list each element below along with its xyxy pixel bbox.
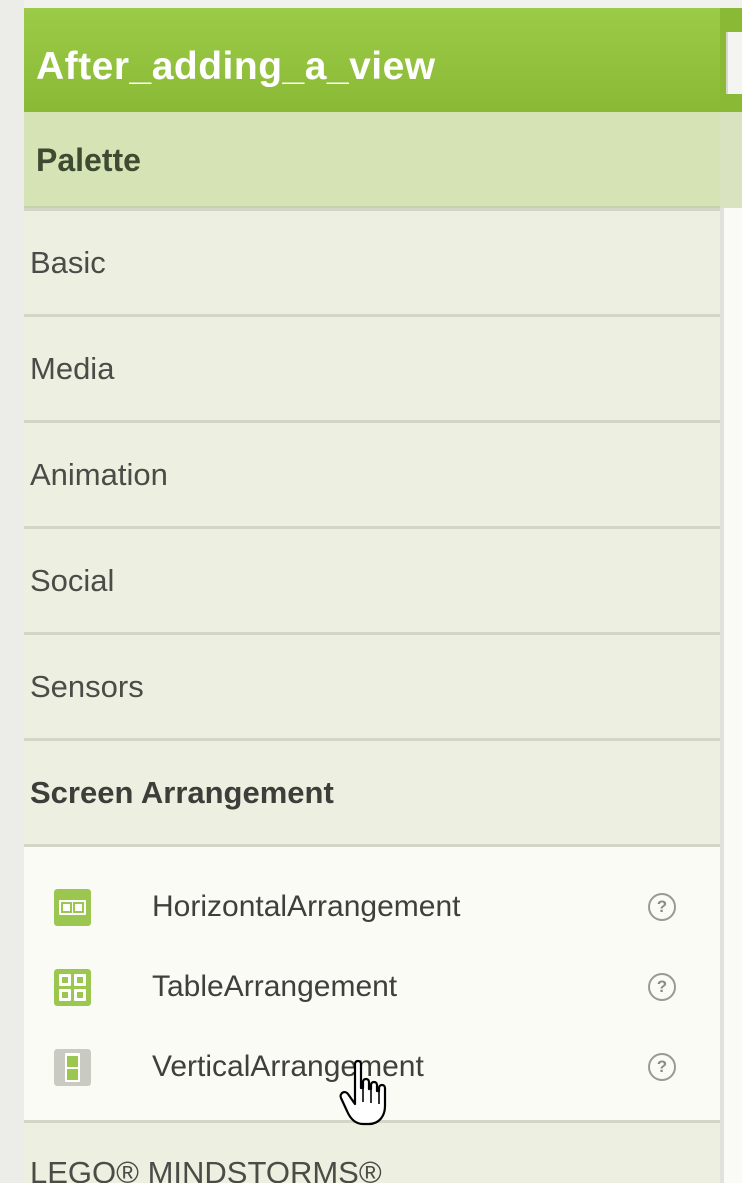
palette-item-label: HorizontalArrangement (152, 890, 461, 923)
help-icon[interactable]: ? (648, 1053, 676, 1081)
left-edge-strip (0, 0, 24, 1183)
designer-area-edge (720, 8, 742, 1183)
palette-header: Palette (24, 112, 720, 208)
table-arrangement-icon (54, 968, 91, 1006)
palette-item-label: TableArrangement (152, 970, 398, 1003)
help-icon[interactable]: ? (648, 973, 676, 1001)
screen-selector-edge[interactable] (726, 32, 742, 94)
category-screen-arrangement[interactable]: Screen Arrangement (24, 738, 720, 844)
hand-pointer-icon (339, 1059, 387, 1126)
vertical-arrangement-icon (54, 1048, 91, 1086)
help-icon[interactable]: ? (648, 893, 676, 921)
viewer-header-edge (720, 112, 742, 208)
category-animation[interactable]: Animation (24, 420, 720, 526)
category-sensors[interactable]: Sensors (24, 632, 720, 738)
palette-panel: After_adding_a_view Palette Basic Media … (24, 8, 720, 1183)
category-social[interactable]: Social (24, 526, 720, 632)
palette-item-table-arrangement[interactable]: TableArrangement ? (24, 947, 720, 1027)
viewer-border (720, 208, 724, 1183)
project-title: After_adding_a_view (24, 8, 720, 112)
palette-item-horizontal-arrangement[interactable]: HorizontalArrangement ? (24, 867, 720, 947)
category-basic[interactable]: Basic (24, 208, 720, 314)
horizontal-arrangement-icon (54, 888, 91, 926)
category-media[interactable]: Media (24, 314, 720, 420)
